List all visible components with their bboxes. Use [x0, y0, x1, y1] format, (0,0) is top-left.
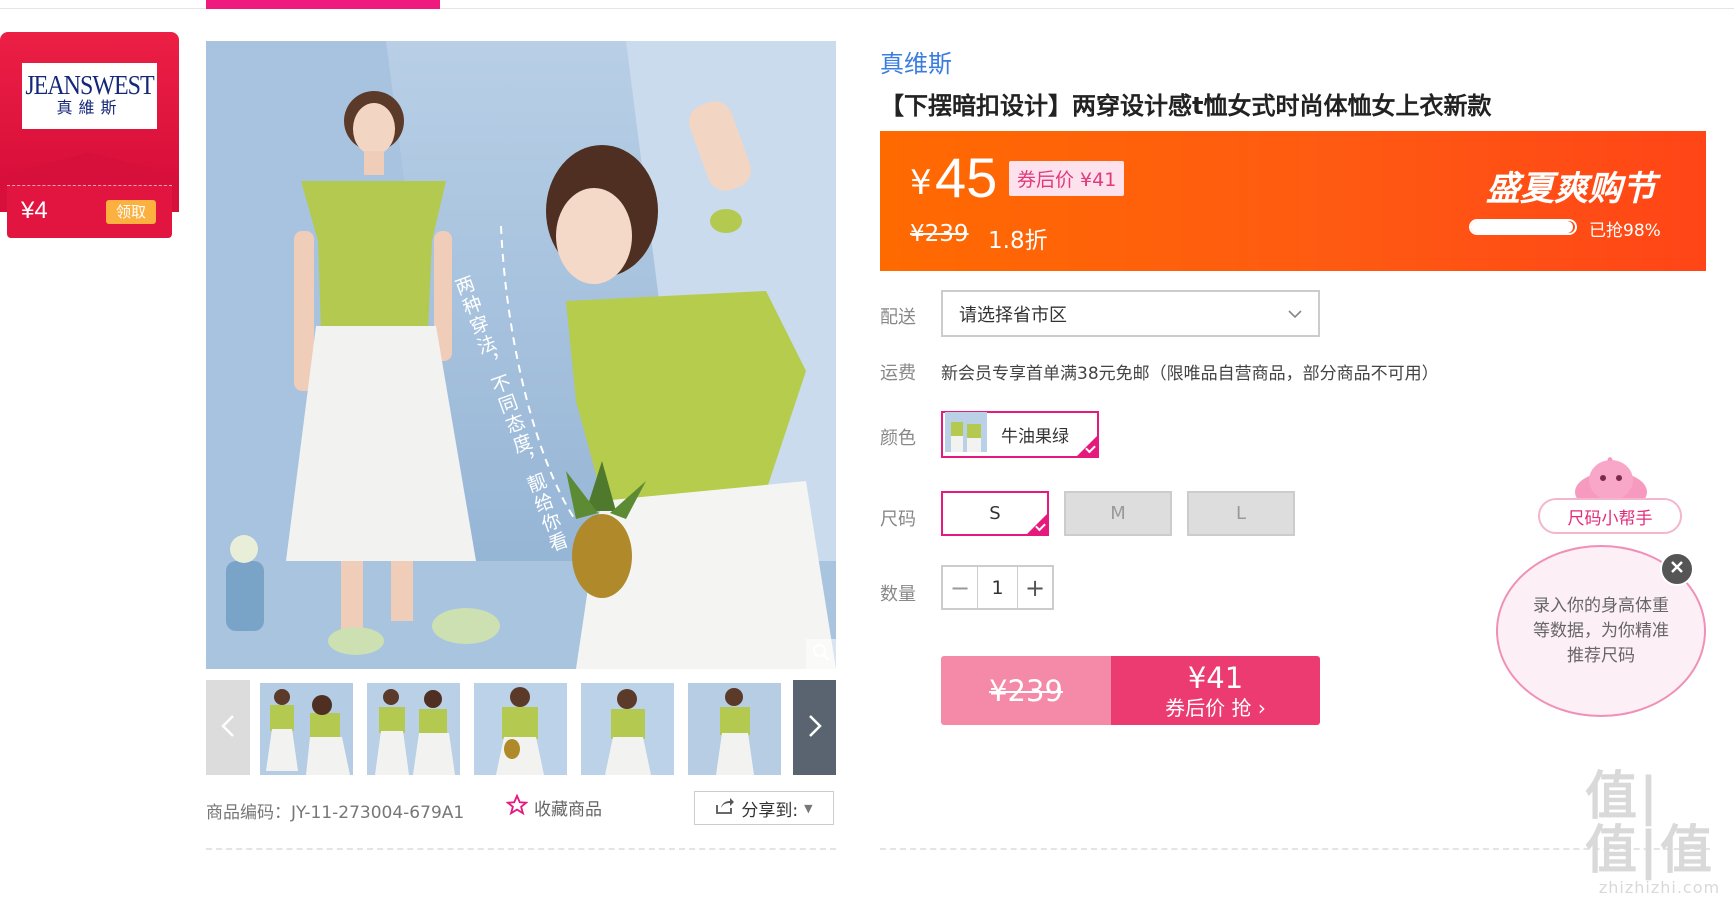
size-option-label: L — [1235, 503, 1247, 524]
size-option-label: M — [1110, 503, 1126, 524]
chevron-left-icon — [221, 714, 235, 742]
shipping-info: 新会员专享首单满38元免邮（限唯品自营商品，部分商品不可用） — [941, 364, 1439, 384]
size-label: 尺码 — [880, 509, 916, 530]
star-icon — [505, 793, 529, 821]
size-helper-tag[interactable]: 尺码小帮手 — [1538, 498, 1682, 534]
price-banner: ¥ 45 券后价 ¥41 ¥239 1.8折 盛夏爽购节 已抢98% — [880, 131, 1706, 271]
caret-down-icon: ▼ — [804, 801, 813, 815]
chevron-right-icon — [808, 714, 822, 742]
region-select-value: 请选择省市区 — [959, 304, 1067, 326]
product-photo — [206, 41, 836, 669]
selected-check-icon — [1077, 436, 1097, 456]
quantity-label: 数量 — [880, 584, 916, 605]
product-title: 【下摆暗扣设计】两穿设计感t恤女式时尚体恤女上衣新款 — [880, 92, 1492, 120]
zoom-button[interactable] — [806, 639, 836, 669]
event-title: 盛夏爽购节 — [1486, 169, 1656, 209]
shipping-label: 运费 — [880, 363, 916, 384]
magnifier-icon — [812, 643, 830, 665]
share-label: 分享到: — [741, 800, 799, 821]
thumbnail-prev-button[interactable] — [206, 680, 250, 775]
sold-progress-bar — [1469, 219, 1577, 235]
share-dropdown[interactable]: 分享到: ▼ — [694, 791, 834, 825]
color-option-label: 牛油果绿 — [1001, 427, 1069, 447]
color-option-selected[interactable]: 牛油果绿 — [941, 411, 1099, 458]
site-watermark: 值|值|值 zhizhizhi.com — [1585, 770, 1734, 897]
selected-check-icon — [1027, 514, 1047, 534]
region-select[interactable]: 请选择省市区 — [941, 290, 1320, 337]
current-price: 45 — [935, 146, 998, 209]
delivery-label: 配送 — [880, 307, 916, 328]
buy-button[interactable]: ¥239 ¥41 券后价 抢 › — [941, 656, 1320, 725]
size-option-label: S — [989, 503, 1001, 524]
store-coupon-card: JEANSWEST 真維斯 ¥4 领取 — [0, 32, 179, 238]
color-swatch-image — [945, 412, 987, 457]
quantity-input[interactable]: 1 — [977, 567, 1018, 608]
product-sku: 商品编码：JY-11-273004-679A1 — [206, 803, 465, 823]
color-label: 颜色 — [880, 428, 916, 449]
divider — [206, 848, 836, 850]
thumbnail-5[interactable] — [688, 683, 781, 775]
brand-link[interactable]: 真维斯 — [880, 44, 952, 79]
thumbnail-1[interactable] — [260, 683, 353, 775]
chevron-down-icon — [1288, 303, 1302, 324]
main-product-image[interactable]: 两种穿法，不同态度，靓给你看 — [206, 41, 836, 669]
buy-action-label: 券后价 抢 › — [1165, 695, 1266, 720]
watermark-logo: 值|值|值 — [1585, 767, 1714, 881]
sold-progress-fill — [1471, 221, 1573, 233]
thumbnail-3[interactable] — [474, 683, 567, 775]
brand-logo-cn: 真維斯 — [56, 100, 123, 117]
discount-rate: 1.8折 — [988, 228, 1048, 254]
brand-logo: JEANSWEST 真維斯 — [22, 63, 157, 129]
claim-coupon-button[interactable]: 领取 — [106, 200, 156, 224]
watermark-url: zhizhizhi.com — [1598, 878, 1721, 897]
thumbnail-4[interactable] — [581, 683, 674, 775]
coupon-amount: ¥4 — [21, 197, 48, 224]
favorite-button[interactable]: 收藏商品 — [505, 793, 602, 821]
thumbnail-2[interactable] — [367, 683, 460, 775]
decrease-button[interactable]: − — [943, 567, 977, 608]
close-helper-button[interactable] — [1660, 552, 1694, 586]
currency-symbol: ¥ — [910, 163, 932, 203]
buy-original-price: ¥239 — [941, 656, 1111, 725]
size-option-s[interactable]: S — [941, 491, 1049, 536]
sold-percent-text: 已抢98% — [1589, 221, 1661, 241]
buy-price: ¥41 — [1187, 660, 1244, 695]
active-tab-indicator — [206, 0, 440, 9]
after-coupon-price: 券后价 ¥41 — [1009, 161, 1125, 196]
size-option-m[interactable]: M — [1064, 491, 1172, 536]
thumbnail-next-button[interactable] — [793, 680, 836, 775]
increase-button[interactable]: + — [1018, 567, 1052, 608]
size-option-l[interactable]: L — [1187, 491, 1295, 536]
brand-logo-en: JEANSWEST — [25, 71, 154, 101]
quantity-stepper: − 1 + — [941, 565, 1054, 610]
original-price: ¥239 — [910, 221, 969, 247]
favorite-label: 收藏商品 — [534, 800, 602, 820]
size-helper-text: 录入你的身高体重等数据，为你精准推荐尺码 — [1533, 595, 1669, 666]
close-icon — [1669, 559, 1685, 579]
share-icon — [715, 797, 735, 820]
coupon-body: ¥4 领取 — [7, 185, 172, 238]
buy-now-area[interactable]: ¥41 券后价 抢 › — [1111, 656, 1320, 725]
